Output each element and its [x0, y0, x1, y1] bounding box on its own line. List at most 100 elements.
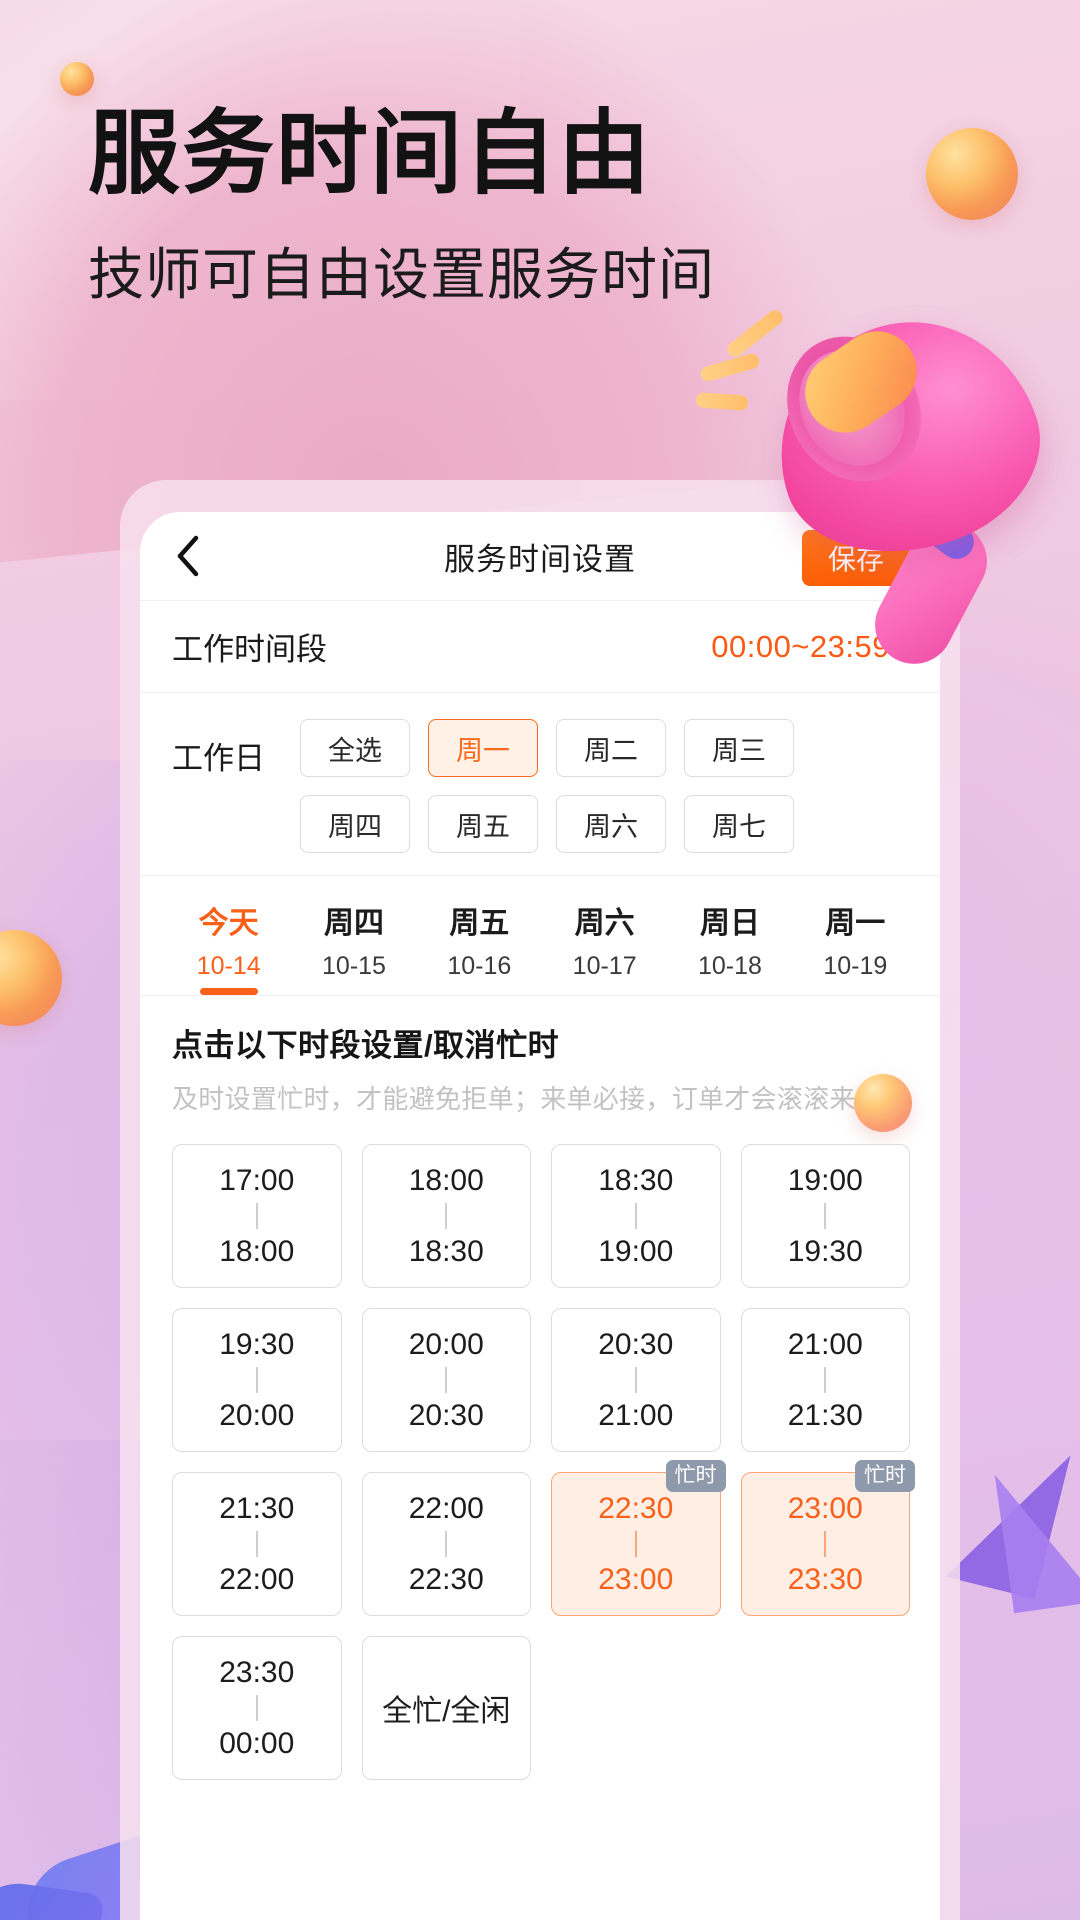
time-slot-end: 20:00: [219, 1399, 295, 1432]
time-slot[interactable]: 23:30 00:00: [172, 1636, 342, 1780]
time-slot-separator: [634, 1367, 637, 1393]
date-tab-name: 今天: [198, 907, 259, 940]
date-tab-date: 10-16: [447, 952, 512, 980]
date-tab-date: 10-19: [823, 952, 888, 980]
date-tab-date: 10-14: [196, 952, 261, 980]
megaphone-icon: [695, 289, 1076, 690]
toggle-all-busy-label: 全忙/全闲: [382, 1695, 511, 1728]
promo-page: 服务时间自由 技师可自由设置服务时间 服务时间设置 保存 工作时间段 00:00…: [0, 0, 1080, 1920]
date-tab[interactable]: 周六 10-17: [542, 898, 667, 995]
time-slot-end: 23:00: [598, 1563, 674, 1596]
phone-screen: 服务时间设置 保存 工作时间段 00:00~23:59 › 工作日 全选周一周二…: [140, 512, 940, 1920]
weekday-chip[interactable]: 周三: [684, 719, 794, 777]
date-tab-name: 周一: [825, 907, 886, 940]
hero-subheadline: 技师可自由设置服务时间: [88, 243, 715, 306]
date-tab-date: 10-18: [698, 952, 762, 980]
time-slot[interactable]: 忙时 22:30 23:00: [551, 1460, 726, 1616]
time-slot-end: 21:30: [787, 1399, 863, 1432]
date-tab-name: 周四: [323, 907, 384, 940]
date-tab-bar: 今天 10-14 周四 10-15 周五 10-16 周六 10-17 周日 10-18 周一 10-…: [140, 876, 940, 996]
time-slot-start: 23:30: [219, 1655, 295, 1689]
busy-badge: 忙时: [855, 1460, 915, 1493]
time-slot-end: 21:00: [598, 1399, 674, 1432]
date-tab-date: 10-15: [322, 952, 386, 980]
toggle-all-busy-button[interactable]: 全忙/全闲: [361, 1636, 531, 1780]
time-slot[interactable]: 22:00 22:30: [361, 1472, 531, 1616]
hint-section: 点击以下时段设置/取消忙时 及时设置忙时，才能避免拒单；来单必接，订单才会滚滚来…: [140, 996, 940, 1128]
chevron-left-icon[interactable]: [166, 534, 210, 578]
time-slot-grid: 17:00 18:00 18:00 18:30 18:30 19:00 19:00 19:30…: [140, 1128, 940, 1810]
date-tab[interactable]: 周四 10-15: [291, 898, 416, 995]
time-slot-start: 19:00: [787, 1163, 863, 1197]
time-slot-end: 19:30: [787, 1235, 863, 1268]
weekday-chip-list: 全选 周一 周二 周三周四 周五 周六 周七: [300, 719, 910, 853]
time-slot-separator: [445, 1367, 448, 1393]
time-slot-separator: [634, 1203, 637, 1229]
weekday-label: 工作日: [172, 741, 265, 776]
date-tab-name: 周六: [574, 907, 635, 940]
time-slot-start: 21:00: [787, 1327, 863, 1361]
time-slot-separator: [255, 1695, 258, 1721]
time-slot-end: 22:30: [408, 1563, 484, 1596]
time-slot[interactable]: 19:00 19:30: [740, 1144, 910, 1288]
weekday-chip[interactable]: 周六: [556, 795, 666, 853]
work-time-range-label: 工作时间段: [172, 632, 327, 667]
time-slot-separator: [445, 1203, 448, 1229]
hint-title: 点击以下时段设置/取消忙时: [172, 1028, 560, 1063]
weekday-section: 工作日 全选 周一 周二 周三周四 周五 周六 周七: [140, 693, 940, 876]
date-tab[interactable]: 周日 10-18: [667, 898, 792, 995]
time-slot[interactable]: 21:00 21:30: [740, 1308, 910, 1452]
time-slot[interactable]: 21:30 22:00: [172, 1472, 342, 1616]
date-tab-name: 周五: [449, 907, 510, 940]
time-slot-separator: [445, 1531, 448, 1557]
time-slot-end: 00:00: [219, 1727, 295, 1760]
time-slot[interactable]: 18:00 18:30: [361, 1144, 531, 1288]
time-slot-start: 18:30: [598, 1163, 674, 1197]
date-tab[interactable]: 周五 10-16: [417, 898, 542, 995]
date-tab[interactable]: 周一 10-19: [793, 898, 918, 995]
time-slot-separator: [824, 1367, 827, 1393]
time-slot-separator: [255, 1367, 258, 1393]
weekday-chip[interactable]: 全选: [300, 719, 410, 777]
time-slot-start: 18:00: [408, 1163, 484, 1197]
date-tab[interactable]: 今天 10-14: [166, 898, 291, 995]
time-slot-end: 19:00: [598, 1235, 674, 1268]
date-tab-date: 10-17: [572, 952, 637, 980]
date-tab-name: 周日: [699, 907, 760, 940]
time-slot-start: 20:00: [408, 1327, 484, 1361]
time-slot-separator: [824, 1203, 827, 1229]
time-slot-separator: [255, 1203, 258, 1229]
time-slot-end: 18:00: [219, 1235, 295, 1268]
hint-subtitle: 及时设置忙时，才能避免拒单；来单必接，订单才会滚滚来~: [172, 1084, 872, 1114]
time-slot[interactable]: 20:00 20:30: [361, 1308, 531, 1452]
time-slot[interactable]: 忙时 23:00 23:30: [740, 1460, 915, 1616]
time-slot-start: 19:30: [219, 1327, 295, 1361]
busy-badge: 忙时: [665, 1460, 726, 1493]
time-slot-end: 20:30: [408, 1399, 484, 1432]
time-slot-start: 22:30: [598, 1491, 674, 1525]
time-slot-separator: [824, 1531, 827, 1557]
time-slot-start: 20:30: [598, 1327, 674, 1361]
time-slot-start: 21:30: [219, 1491, 295, 1525]
weekday-chip[interactable]: 周五: [428, 795, 538, 853]
time-slot[interactable]: 17:00 18:00: [172, 1144, 342, 1288]
time-slot-start: 23:00: [787, 1491, 863, 1525]
time-slot-separator: [634, 1531, 637, 1557]
time-slot-separator: [255, 1531, 258, 1557]
weekday-chip[interactable]: 周七: [684, 795, 794, 853]
decorative-sphere-navbar: [854, 1074, 912, 1132]
time-slot-start: 17:00: [219, 1163, 295, 1197]
time-slot-start: 22:00: [408, 1491, 484, 1525]
time-slot-end: 18:30: [408, 1235, 484, 1268]
hero-headline: 服务时间自由: [88, 103, 653, 205]
time-slot[interactable]: 20:30 21:00: [551, 1308, 721, 1452]
weekday-chip[interactable]: 周二: [556, 719, 666, 777]
weekday-chip[interactable]: 周四: [300, 795, 410, 853]
weekday-chip[interactable]: 周一: [428, 719, 538, 777]
time-slot[interactable]: 19:30 20:00: [172, 1308, 342, 1452]
decorative-sphere-large: [926, 128, 1018, 220]
decorative-sphere-small: [60, 62, 94, 96]
time-slot[interactable]: 18:30 19:00: [551, 1144, 721, 1288]
megaphone-ray-icon: [724, 307, 786, 360]
time-slot-end: 22:00: [219, 1563, 295, 1596]
